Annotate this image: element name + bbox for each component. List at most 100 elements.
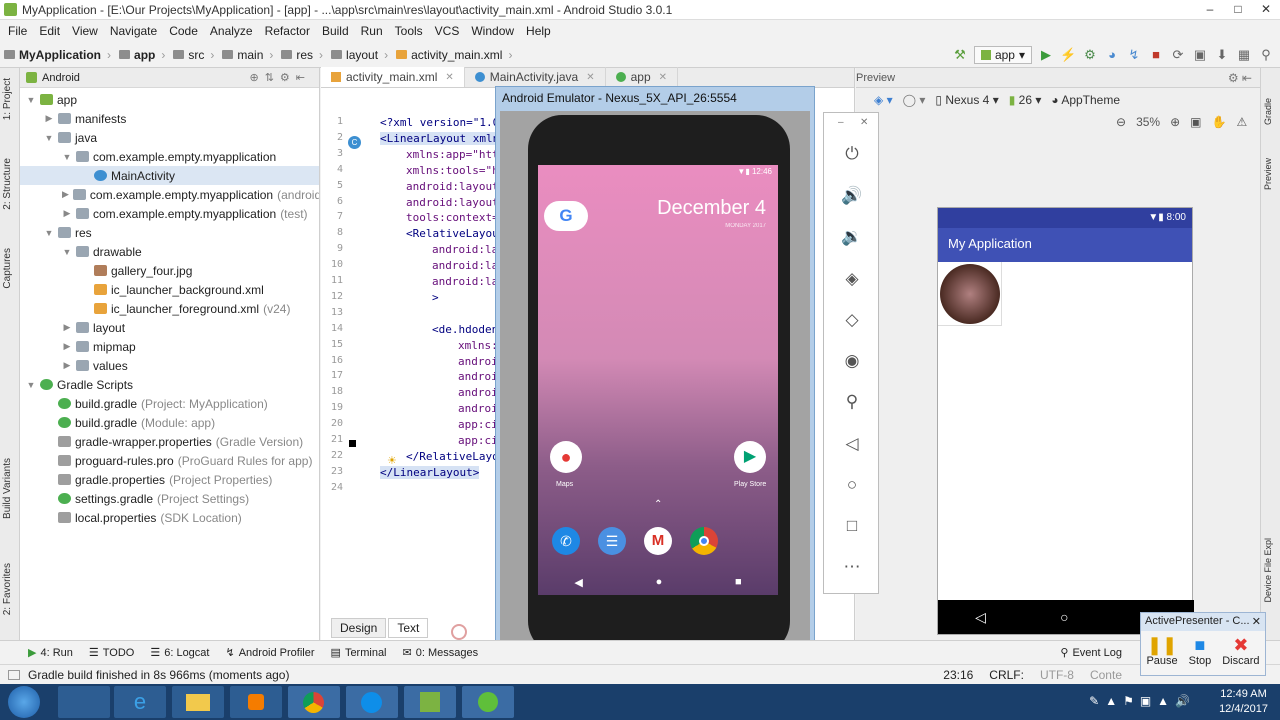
chevron-right-icon[interactable]: ▶	[62, 360, 72, 371]
recents-icon[interactable]: ■	[735, 576, 742, 588]
zoom-in-icon[interactable]: ⊕	[1170, 115, 1180, 129]
tab-build-variants[interactable]: Build Variants	[2, 458, 13, 519]
close-tab-icon[interactable]: ✕	[445, 72, 453, 83]
back-icon[interactable]: ◁	[841, 433, 863, 455]
back-icon[interactable]: ◀	[574, 576, 582, 589]
tree-item[interactable]: ▶ com.example.empty.myapplication (test)	[20, 204, 319, 223]
menu-file[interactable]: File	[2, 24, 33, 38]
breadcrumb-main[interactable]: main ›	[218, 48, 277, 62]
chevron-down-icon[interactable]: ▼	[44, 133, 54, 143]
menu-view[interactable]: View	[66, 24, 104, 38]
tab-captures[interactable]: Captures	[2, 248, 13, 289]
chrome-icon[interactable]	[288, 686, 340, 718]
tab-text[interactable]: Text	[388, 618, 429, 638]
media-player-icon[interactable]	[230, 686, 282, 718]
messages-app-icon[interactable]: ☰	[598, 527, 626, 555]
sync-icon[interactable]: ⟳	[1170, 47, 1186, 63]
breadcrumb-project[interactable]: MyApplication ›	[0, 48, 115, 62]
tool-todo[interactable]: ☰ TODO	[81, 646, 142, 660]
pan-icon[interactable]: ✋	[1212, 115, 1227, 129]
tool-event-log[interactable]: ⚲ Event Log	[1052, 646, 1130, 660]
tree-item[interactable]: ▶ layout	[20, 318, 319, 337]
screenshot-icon[interactable]: ◉	[841, 350, 863, 372]
close-icon[interactable]: ✕	[860, 117, 868, 128]
hammer-icon[interactable]: ⚒	[952, 47, 968, 63]
device-select[interactable]: ▯ Nexus 4 ▾	[935, 93, 998, 107]
android-studio-taskbar-icon[interactable]	[404, 686, 456, 718]
chevron-right-icon[interactable]: ▶	[62, 341, 72, 352]
stop-button[interactable]: ■ Stop	[1189, 635, 1212, 667]
breadcrumb-layout[interactable]: layout ›	[327, 48, 392, 62]
apply-changes-icon[interactable]: ⚡	[1060, 47, 1076, 63]
layers-icon[interactable]: ◈ ▾	[874, 93, 893, 107]
chevron-down-icon[interactable]: ▼	[26, 380, 36, 390]
bulb-icon[interactable]: ☀	[387, 454, 397, 467]
play-store-icon[interactable]: ▶	[734, 441, 766, 473]
warning-icon[interactable]: ⚠	[1236, 115, 1247, 129]
project-structure-icon[interactable]: ▦	[1236, 47, 1252, 63]
run-config-select[interactable]: app ▾	[973, 46, 1032, 64]
menu-run[interactable]: Run	[355, 24, 389, 38]
file-encoding[interactable]: UTF-8	[1032, 668, 1082, 682]
tree-item[interactable]: settings.gradle (Project Settings)	[20, 489, 319, 508]
theme-select[interactable]: ◕ AppTheme	[1051, 93, 1120, 107]
chevron-down-icon[interactable]: ▼	[62, 152, 72, 162]
tool-messages[interactable]: ✉ 0: Messages	[395, 646, 487, 660]
class-gutter-icon[interactable]: C	[348, 136, 361, 149]
tree-item[interactable]: build.gradle (Module: app)	[20, 413, 319, 432]
maps-icon[interactable]: ●	[550, 441, 582, 473]
menu-analyze[interactable]: Analyze	[204, 24, 259, 38]
menu-edit[interactable]: Edit	[33, 24, 66, 38]
menu-build[interactable]: Build	[316, 24, 355, 38]
tab-activity-main-xml[interactable]: activity_main.xml ✕	[321, 67, 465, 87]
chevron-down-icon[interactable]: ▼	[44, 228, 54, 238]
phone-screen[interactable]: ▼▮ 12:46 G December 4 MONDAY 2017 ● Maps…	[538, 165, 778, 595]
tab-preview[interactable]: Preview	[1263, 158, 1273, 190]
debug-icon[interactable]: ⚙	[1082, 47, 1098, 63]
tree-item[interactable]: ▼ com.example.empty.myapplication	[20, 147, 319, 166]
tree-item[interactable]: ▶ values	[20, 356, 319, 375]
breadcrumb-file[interactable]: activity_main.xml ›	[392, 48, 516, 62]
chevron-right-icon[interactable]: ▶	[62, 189, 69, 200]
run-icon[interactable]: ▶	[1038, 47, 1054, 63]
tool-profiler[interactable]: ↯ Android Profiler	[217, 646, 322, 660]
tree-item[interactable]: ic_launcher_foreground.xml (v24)	[20, 299, 319, 318]
menu-refactor[interactable]: Refactor	[259, 24, 316, 38]
tree-item[interactable]: gradle-wrapper.properties (Gradle Version…	[20, 432, 319, 451]
tab-app-gradle[interactable]: app ✕	[606, 67, 679, 87]
explorer-icon[interactable]	[172, 686, 224, 718]
minimize-button[interactable]: –	[1196, 0, 1224, 20]
stop-icon[interactable]: ■	[1148, 47, 1164, 63]
toggle-tool-windows-icon[interactable]	[8, 669, 20, 680]
taskbar-app-1[interactable]	[58, 686, 110, 718]
api-select[interactable]: ▮ 26 ▾	[1009, 93, 1042, 107]
tree-item[interactable]: ▼ res	[20, 223, 319, 242]
volume-up-icon[interactable]: 🔊	[841, 185, 863, 207]
emulator-taskbar-icon[interactable]	[462, 686, 514, 718]
app-drawer-chevron-icon[interactable]: ⌃	[654, 499, 662, 510]
fit-screen-icon[interactable]: ▣	[1190, 115, 1201, 129]
breadcrumb-res[interactable]: res ›	[277, 48, 327, 62]
caret-position[interactable]: 23:16	[935, 668, 981, 682]
tab-design[interactable]: Design	[331, 618, 387, 638]
gear-icon[interactable]: ⚙ ⇤	[1228, 71, 1252, 85]
tab-project[interactable]: 1: Project	[2, 78, 13, 120]
context-indicator[interactable]: Conte	[1082, 668, 1130, 682]
close-icon[interactable]: ✕	[1252, 615, 1261, 629]
menu-window[interactable]: Window	[465, 24, 520, 38]
discard-button[interactable]: ✖ Discard	[1222, 635, 1259, 667]
chevron-right-icon[interactable]: ▶	[62, 322, 72, 333]
date-widget[interactable]: December 4	[657, 197, 766, 220]
more-icon[interactable]: ⋯	[841, 556, 863, 578]
home-icon[interactable]: ●	[656, 576, 663, 588]
tree-item[interactable]: ▼ app	[20, 90, 319, 109]
rotate-right-icon[interactable]: ◇	[841, 309, 863, 331]
tree-item[interactable]: ▼ Gradle Scripts	[20, 375, 319, 394]
tree-item[interactable]: ▼ drawable	[20, 242, 319, 261]
sdk-manager-icon[interactable]: ⬇	[1214, 47, 1230, 63]
search-icon[interactable]: ⚲	[1258, 47, 1274, 63]
menu-vcs[interactable]: VCS	[429, 24, 466, 38]
tab-structure[interactable]: 2: Structure	[2, 158, 13, 210]
profile-icon[interactable]: ◕	[1104, 47, 1120, 63]
tool-terminal[interactable]: ▤ Terminal	[323, 646, 395, 660]
